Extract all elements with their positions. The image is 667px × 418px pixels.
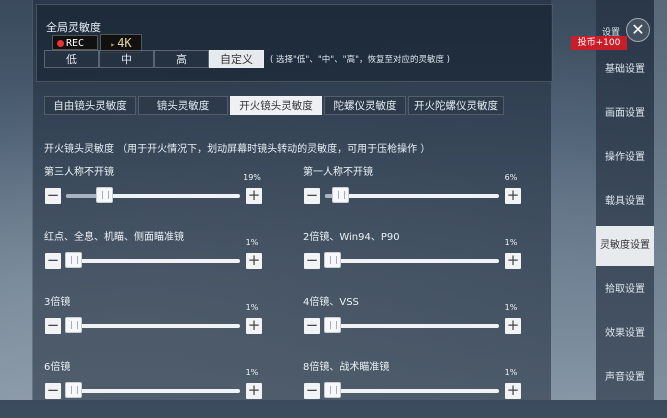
tab-gyroscope[interactable]: 陀螺仪灵敏度 <box>324 96 406 115</box>
tab-fire-gyroscope[interactable]: 开火陀螺仪灵敏度 <box>408 96 504 115</box>
decrease-button[interactable]: − <box>304 383 320 399</box>
coin-badge: 投币+100 <box>571 36 627 50</box>
slider-value: 1% <box>504 368 518 377</box>
preset-hint: ( 选择"低"、"中"、"高"，恢复至对应的灵敏度 ) <box>270 55 450 65</box>
slider-label: 2倍镜、Win94、P90 <box>303 232 400 243</box>
slider-track[interactable] <box>64 382 240 398</box>
slider-thumb[interactable] <box>64 317 82 333</box>
right-edge <box>654 0 667 400</box>
slider-label: 3倍镜 <box>44 297 71 308</box>
4k-label: 4K <box>117 36 132 50</box>
slider-thumb[interactable] <box>323 317 341 333</box>
slider-track[interactable] <box>64 317 240 333</box>
side-item-controls[interactable]: 操作设置 <box>596 138 654 178</box>
slider-value: 1% <box>245 303 259 312</box>
sensitivity-slider: 8倍镜、战术瞄准镜 1% − + <box>303 358 521 418</box>
side-item-pickup[interactable]: 拾取设置 <box>596 270 654 310</box>
decrease-button[interactable]: − <box>304 253 320 269</box>
preset-custom[interactable]: 自定义 <box>209 50 264 68</box>
increase-button[interactable]: + <box>246 253 262 269</box>
increase-button[interactable]: + <box>246 383 262 399</box>
increase-button[interactable]: + <box>505 383 521 399</box>
sensitivity-slider: 红点、全息、机瞄、侧面瞄准镜 1% − + <box>44 228 262 288</box>
slider-label: 8倍镜、战术瞄准镜 <box>303 362 390 373</box>
decrease-button[interactable]: − <box>45 188 61 204</box>
slider-value: 1% <box>504 238 518 247</box>
preset-high[interactable]: 高 <box>154 50 209 68</box>
close-button[interactable]: ✕ <box>626 18 650 42</box>
increase-button[interactable]: + <box>246 188 262 204</box>
side-item-sound[interactable]: 声音设置 <box>596 358 654 398</box>
preset-selector: 低 中 高 自定义 <box>44 50 264 68</box>
tab-fire-camera[interactable]: 开火镜头灵敏度 <box>230 96 322 115</box>
4k-mark-icon: ▸ <box>110 40 116 49</box>
slider-track[interactable] <box>66 187 240 203</box>
increase-button[interactable]: + <box>505 188 521 204</box>
slider-value: 6% <box>504 173 518 182</box>
slider-track[interactable] <box>64 252 240 268</box>
sensitivity-slider: 3倍镜 1% − + <box>44 293 262 353</box>
slider-track[interactable] <box>325 187 499 203</box>
decrease-button[interactable]: − <box>304 318 320 334</box>
sensitivity-slider: 4倍镜、VSS 1% − + <box>303 293 521 353</box>
slider-thumb[interactable] <box>96 187 114 203</box>
preset-low[interactable]: 低 <box>44 50 99 68</box>
section-description: 开火镜头灵敏度 （用于开火情况下，划动屏幕时镜头转动的灵敏度，可用于压枪操作 ） <box>44 144 431 155</box>
slider-thumb[interactable] <box>64 252 82 268</box>
slider-value: 1% <box>245 368 259 377</box>
side-item-effects[interactable]: 效果设置 <box>596 314 654 354</box>
tab-camera[interactable]: 镜头灵敏度 <box>138 96 228 115</box>
slider-thumb[interactable] <box>64 382 82 398</box>
decrease-button[interactable]: − <box>45 383 61 399</box>
side-item-graphics[interactable]: 画面设置 <box>596 94 654 134</box>
slider-value: 1% <box>504 303 518 312</box>
slider-thumb[interactable] <box>323 252 341 268</box>
preset-medium[interactable]: 中 <box>99 50 154 68</box>
increase-button[interactable]: + <box>505 253 521 269</box>
decrease-button[interactable]: − <box>304 188 320 204</box>
slider-label: 6倍镜 <box>44 362 71 373</box>
side-item-vehicle[interactable]: 载具设置 <box>596 182 654 222</box>
rec-label: REC <box>66 38 85 49</box>
slider-value: 1% <box>245 238 259 247</box>
slider-track[interactable] <box>323 317 499 333</box>
slider-thumb[interactable] <box>332 187 350 203</box>
slider-label: 4倍镜、VSS <box>303 297 359 308</box>
slider-label: 第三人称不开镜 <box>44 167 114 178</box>
slider-track[interactable] <box>323 252 499 268</box>
sensitivity-slider: 6倍镜 1% − + <box>44 358 262 418</box>
slider-value: 19% <box>243 173 261 182</box>
sensitivity-slider: 2倍镜、Win94、P90 1% − + <box>303 228 521 288</box>
tab-free-camera[interactable]: 自由镜头灵敏度 <box>44 96 136 115</box>
slider-thumb[interactable] <box>323 382 341 398</box>
side-item-basic[interactable]: 基础设置 <box>596 50 654 90</box>
record-dot-icon <box>57 39 64 47</box>
slider-label: 第一人称不开镜 <box>303 167 373 178</box>
decrease-button[interactable]: − <box>45 318 61 334</box>
slider-fill <box>66 194 100 198</box>
slider-label: 红点、全息、机瞄、侧面瞄准镜 <box>44 232 184 243</box>
rec-badge: REC <box>52 35 98 50</box>
global-sensitivity-title: 全局灵敏度 <box>46 21 101 34</box>
sensitivity-slider: 第一人称不开镜 6% − + <box>303 163 521 223</box>
side-item-sensitivity[interactable]: 灵敏度设置 <box>596 226 654 266</box>
sensitivity-slider: 第三人称不开镜 19% − + <box>44 163 262 223</box>
slider-track[interactable] <box>323 382 499 398</box>
increase-button[interactable]: + <box>246 318 262 334</box>
increase-button[interactable]: + <box>505 318 521 334</box>
decrease-button[interactable]: − <box>45 253 61 269</box>
sensitivity-tabs: 自由镜头灵敏度 镜头灵敏度 开火镜头灵敏度 陀螺仪灵敏度 开火陀螺仪灵敏度 <box>44 96 506 115</box>
